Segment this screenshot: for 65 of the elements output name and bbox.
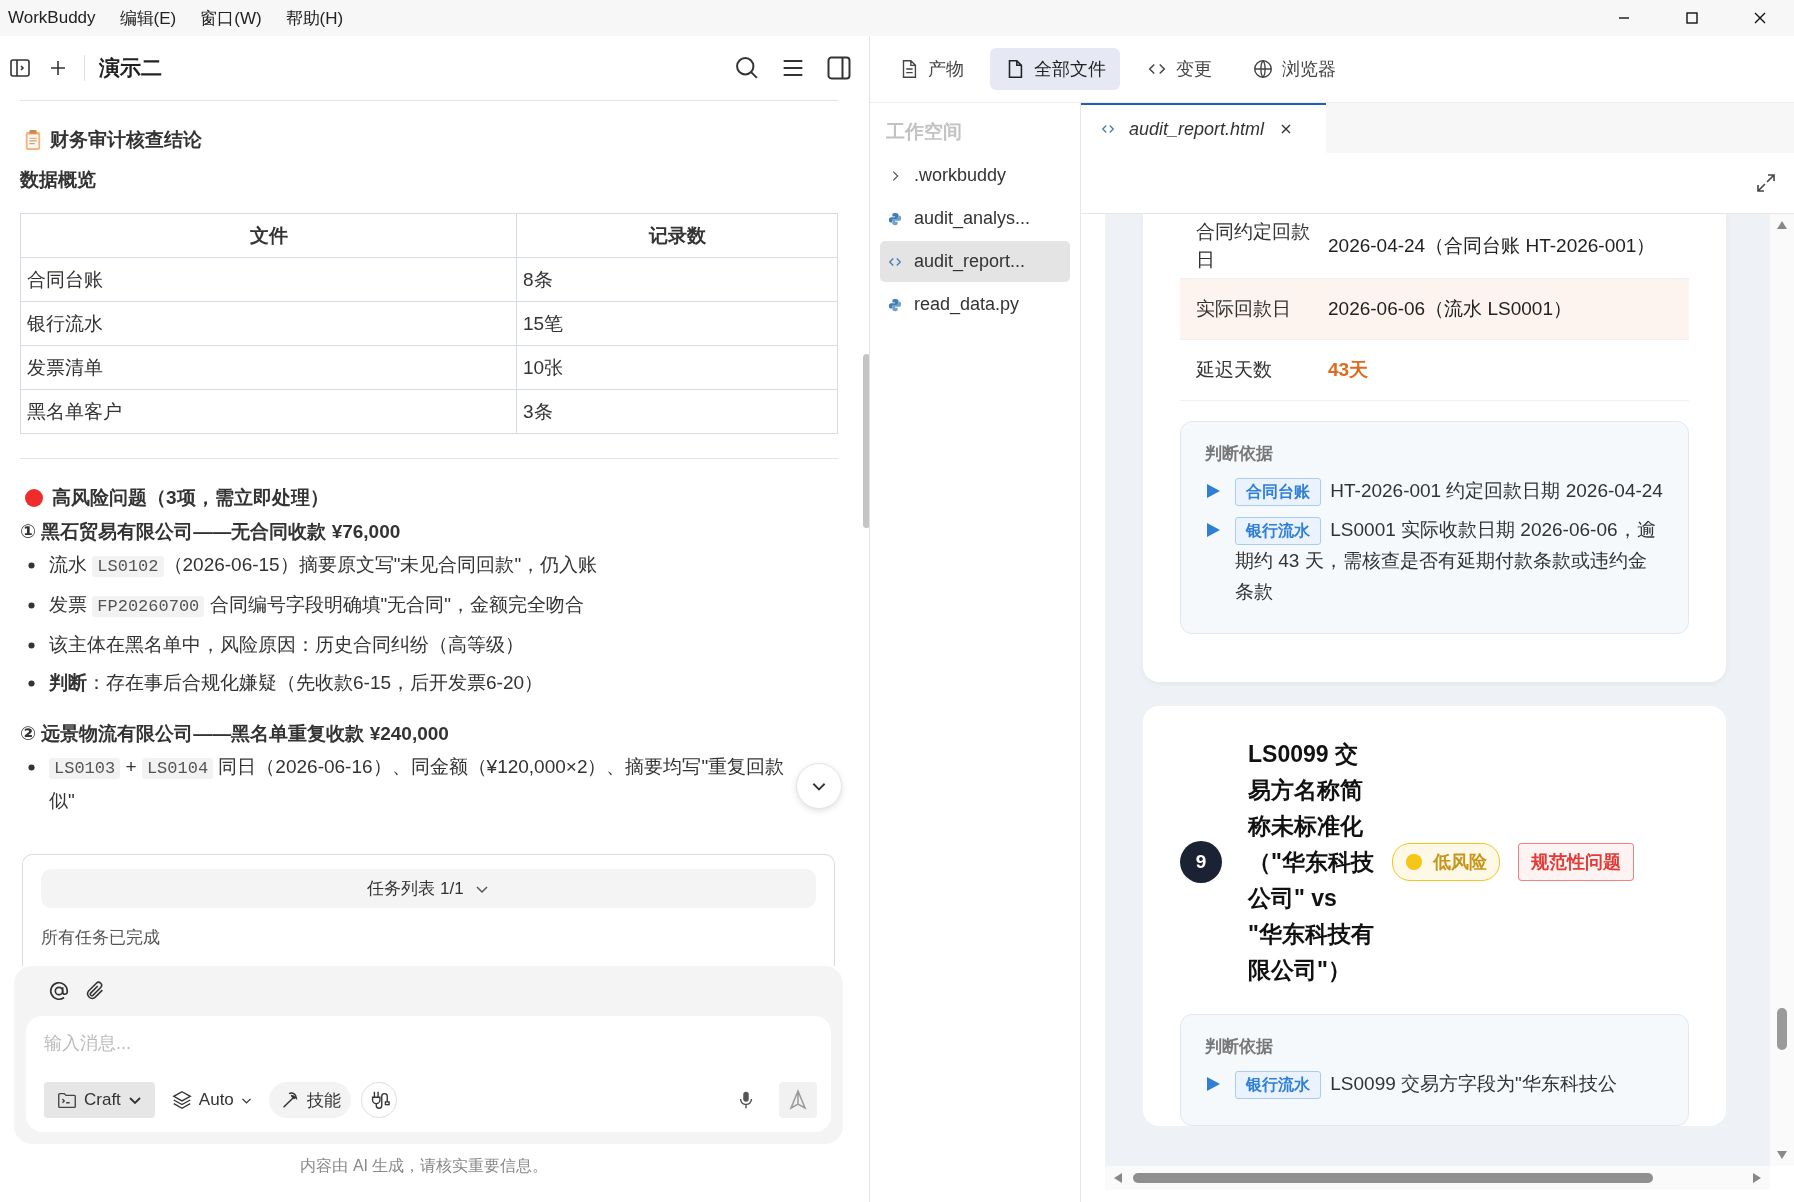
panel-tab[interactable]: 浏览器 bbox=[1238, 48, 1350, 90]
table-cell: 合同台账 bbox=[20, 257, 517, 302]
model-dropdown[interactable]: Auto bbox=[164, 1082, 259, 1118]
field-label: 实际回款日 bbox=[1196, 297, 1292, 321]
bullet-text: （2026-06-15）摘要原文写"未见合同回款"，仍入账 bbox=[163, 554, 598, 575]
table-cell: 3条 bbox=[516, 389, 838, 434]
risk-heading: 高风险问题（3项，需立即处理） bbox=[52, 486, 329, 510]
menu-item[interactable]: WorkBuddy bbox=[8, 8, 96, 28]
evidence-title: 判断依据 bbox=[1205, 1036, 1274, 1058]
panel-tab[interactable]: 全部文件 bbox=[990, 48, 1120, 90]
issue-heading: ① 黑石贸易有限公司——无合同收款 ¥76,000 bbox=[20, 520, 402, 544]
evidence-text: 合同台账 HT-2026-001 约定回款日期 2026-04-24 bbox=[1235, 475, 1663, 506]
field-value: 2026-06-06（流水 LS0001） bbox=[1328, 297, 1572, 321]
issue-title: LS0099 交易方名称简称未标准化（"华东科技公司" vs "华东科技有限公司"） bbox=[1248, 740, 1374, 985]
evidence-text: 银行流水 LS0001 实际收款日期 2026-06-06，逾期约 43 天，需核查是否有延期付款条款或违约金条款 bbox=[1235, 516, 1657, 604]
field-label: 延迟天数 bbox=[1196, 358, 1273, 382]
menu-item[interactable]: 窗口(W) bbox=[200, 6, 262, 30]
subheading: 数据概览 bbox=[20, 168, 97, 192]
conversation-title: 演示二 bbox=[99, 55, 162, 81]
file-tree-item[interactable]: audit_analys... bbox=[880, 198, 1070, 239]
menu-item[interactable]: 编辑(E) bbox=[119, 6, 177, 30]
inline-code: FP20260700 bbox=[92, 596, 205, 617]
field-label: 合同约定回款日 bbox=[1196, 220, 1311, 272]
number-badge: 9 bbox=[1180, 841, 1222, 883]
inline-code: LS0104 bbox=[141, 758, 214, 779]
evidence-text: 银行流水 LS0099 交易方字段为"华东科技公 bbox=[1235, 1068, 1617, 1099]
inline-code: LS0103 bbox=[49, 758, 121, 779]
column-header: 文件 bbox=[20, 213, 517, 258]
bullet-text: + bbox=[124, 756, 138, 777]
bullet-text: 发票 bbox=[49, 594, 88, 615]
issue-heading: ② 远景物流有限公司——黑名单重复收款 ¥240,000 bbox=[20, 722, 450, 746]
table-cell: 黑名单客户 bbox=[20, 389, 517, 434]
skills-button[interactable]: 技能 bbox=[268, 1082, 351, 1118]
column-header: 记录数 bbox=[516, 213, 838, 258]
menu-item[interactable]: 帮助(H) bbox=[285, 6, 344, 30]
panel-tab[interactable]: 产物 bbox=[884, 48, 978, 90]
table-cell: 15笔 bbox=[516, 301, 838, 346]
bullet-text: 同日（2026-06-16）、同金额（¥120,000×2）、摘要均写"重复回款 bbox=[217, 756, 785, 777]
evidence-title: 判断依据 bbox=[1205, 443, 1274, 465]
file-tree-item[interactable]: read_data.py bbox=[880, 284, 1070, 325]
table-cell: 8条 bbox=[516, 257, 838, 302]
disclaimer-text: 内容由 AI 生成，请核实重要信息。 bbox=[299, 1156, 550, 1176]
bullet-text: 流水 bbox=[49, 554, 88, 575]
category-tag: 规范性问题 bbox=[1518, 843, 1634, 881]
editor-tab[interactable]: audit_report.html bbox=[1081, 103, 1326, 153]
table-cell: 银行流水 bbox=[20, 301, 517, 346]
file-tree-item[interactable]: audit_report... bbox=[880, 241, 1070, 282]
bullet-text: 合同编号字段明确填"无合同"，金额完全吻合 bbox=[208, 594, 585, 615]
table-cell: 发票清单 bbox=[20, 345, 517, 390]
field-value: 2026-04-24（合同台账 HT-2026-001） bbox=[1328, 234, 1656, 258]
table-cell: 10张 bbox=[516, 345, 838, 390]
section-label: 工作空间 bbox=[886, 120, 963, 144]
inline-code: LS0102 bbox=[92, 556, 164, 577]
mode-dropdown[interactable]: Craft bbox=[44, 1082, 155, 1118]
file-tree-item[interactable]: .workbuddy bbox=[880, 155, 1070, 196]
section-heading: 财务审计核查结论 bbox=[50, 128, 202, 152]
bullet-text: 该主体在黑名单中，风险原因：历史合同纠纷（高等级） bbox=[49, 634, 524, 655]
task-status: 所有任务已完成 bbox=[41, 927, 161, 949]
task-list-toggle[interactable]: 任务列表 1/1 bbox=[41, 869, 816, 908]
field-value: 43天 bbox=[1328, 358, 1369, 382]
bold-label: 判断 bbox=[49, 672, 87, 693]
panel-tab[interactable]: 变更 bbox=[1132, 48, 1226, 90]
risk-level-badge: 低风险 bbox=[1392, 843, 1500, 881]
bullet-text: ：存在事后合规化嫌疑（先收款6-15，后开发票6-20） bbox=[87, 672, 544, 693]
bullet-text: 似" bbox=[49, 789, 76, 813]
